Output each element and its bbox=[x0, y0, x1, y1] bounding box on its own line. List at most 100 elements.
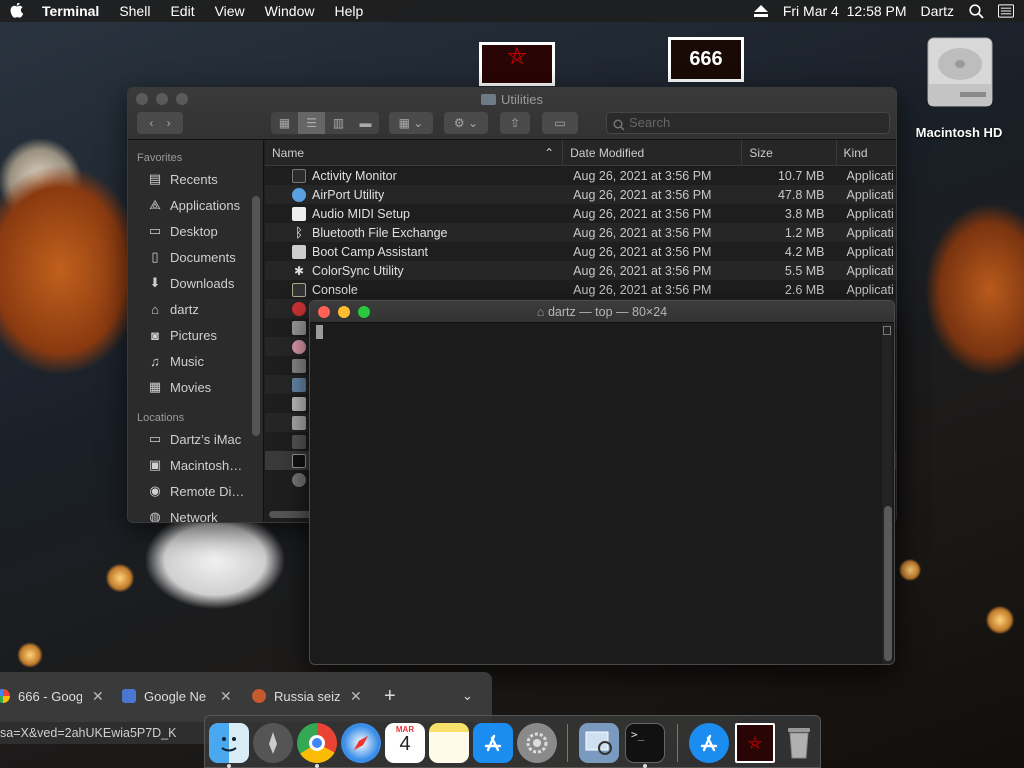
table-row[interactable]: ᛒ Bluetooth File Exchange Aug 26, 2021 at… bbox=[265, 223, 896, 242]
finder-icon[interactable] bbox=[209, 723, 249, 763]
app-icon bbox=[292, 358, 306, 373]
system-preferences-gear-icon[interactable] bbox=[517, 723, 557, 763]
desktop-image-666-thumbnail[interactable]: 666 bbox=[668, 37, 744, 82]
trash-icon[interactable] bbox=[779, 723, 819, 763]
sidebar-item-network[interactable]: ◍ Network bbox=[128, 504, 263, 522]
computer-icon: ▭ bbox=[148, 431, 162, 446]
back-forward-buttons[interactable]: ‹ › bbox=[137, 112, 183, 134]
column-date-modified[interactable]: Date Modified bbox=[563, 139, 743, 166]
app-store-icon[interactable] bbox=[473, 723, 513, 763]
list-view-icon[interactable]: ☰ bbox=[298, 112, 325, 134]
new-tab-button[interactable]: + bbox=[384, 678, 404, 714]
table-row[interactable]: Boot Camp Assistant Aug 26, 2021 at 3:56… bbox=[265, 242, 896, 261]
tag-button[interactable]: ▭ bbox=[542, 112, 578, 134]
action-button[interactable]: ⚙ ⌄ bbox=[444, 112, 488, 134]
view-mode-segment[interactable]: ▦ ☰ ▥ ▬ bbox=[271, 112, 379, 134]
calendar-icon[interactable]: MAR 4 bbox=[385, 723, 425, 763]
menu-edit[interactable]: Edit bbox=[170, 3, 194, 19]
activity-monitor-icon bbox=[292, 168, 306, 183]
sidebar-item-home[interactable]: ⌂ dartz bbox=[128, 296, 263, 322]
menu-shell[interactable]: Shell bbox=[119, 3, 150, 19]
url-field[interactable]: sa=X&ved=2ahUKEwia5P7D_K bbox=[0, 722, 210, 744]
terminal-dock-icon[interactable]: >_ bbox=[625, 723, 665, 763]
terminal-app-icon bbox=[292, 453, 306, 468]
control-center-icon[interactable] bbox=[998, 3, 1014, 19]
menu-user[interactable]: Dartz bbox=[921, 3, 954, 19]
close-tab-icon[interactable]: ✕ bbox=[350, 688, 362, 705]
column-kind[interactable]: Kind bbox=[837, 140, 896, 166]
pentagram-icon: ⛤ bbox=[507, 43, 527, 70]
finder-title: Utilities bbox=[128, 92, 896, 107]
downloads-stack-icon[interactable] bbox=[689, 723, 729, 763]
clock-icon: ▤ bbox=[148, 171, 162, 186]
sidebar-item-remote-disc[interactable]: ◉ Remote Di… bbox=[128, 478, 263, 504]
close-tab-icon[interactable]: ✕ bbox=[220, 688, 232, 705]
horizontal-scrollbar[interactable] bbox=[269, 511, 313, 518]
sidebar-item-music[interactable]: ♫ Music bbox=[128, 348, 263, 374]
hard-drive-label[interactable]: Macintosh HD bbox=[900, 125, 1018, 140]
film-icon: ▦ bbox=[148, 379, 162, 394]
sidebar-item-downloads[interactable]: ⬇ Downloads bbox=[128, 270, 263, 296]
sidebar-item-recents[interactable]: ▤ Recents bbox=[128, 166, 263, 192]
launchpad-icon[interactable] bbox=[253, 723, 293, 763]
apple-menu-icon[interactable] bbox=[10, 2, 24, 19]
split-pane-icon[interactable] bbox=[883, 326, 891, 335]
gallery-view-icon[interactable]: ▬ bbox=[352, 116, 379, 130]
tag-icon: ▭ bbox=[554, 116, 566, 130]
sidebar-item-applications[interactable]: ⟁ Applications bbox=[128, 192, 263, 218]
table-row[interactable]: Audio MIDI Setup Aug 26, 2021 at 3:56 PM… bbox=[265, 204, 896, 223]
back-arrow-icon[interactable]: ‹ bbox=[149, 116, 153, 130]
sidebar-scrollbar[interactable] bbox=[252, 196, 260, 436]
chevron-down-icon[interactable]: ⌄ bbox=[462, 678, 482, 714]
search-field[interactable]: Search bbox=[606, 112, 890, 134]
table-row[interactable]: Activity Monitor Aug 26, 2021 at 3:56 PM… bbox=[265, 166, 896, 185]
home-icon: ⌂ bbox=[536, 305, 545, 319]
browser-tab-1[interactable]: 666 - Goog ✕ bbox=[0, 678, 104, 714]
terminal-scrollbar-thumb[interactable] bbox=[884, 506, 892, 661]
desktop-image-thumbnail[interactable]: ⛤ bbox=[479, 42, 555, 86]
group-grid-icon: ▦ ⌄ bbox=[398, 116, 424, 130]
group-button[interactable]: ▦ ⌄ bbox=[389, 112, 433, 134]
sidebar-item-documents[interactable]: ▯ Documents bbox=[128, 244, 263, 270]
download-icon: ⬇ bbox=[149, 275, 161, 290]
safari-compass-icon[interactable] bbox=[341, 723, 381, 763]
forward-arrow-icon[interactable]: › bbox=[167, 116, 171, 130]
browser-tab-2[interactable]: Google Ne ✕ bbox=[122, 678, 236, 714]
sidebar-item-desktop[interactable]: ▭ Desktop bbox=[128, 218, 263, 244]
chrome-icon[interactable] bbox=[297, 723, 337, 763]
terminal-window[interactable]: ⌂ dartz — top — 80×24 bbox=[309, 300, 895, 665]
column-name[interactable]: Name ⌃ bbox=[265, 139, 564, 166]
menu-clock[interactable]: Fri Mar 4 12:58 PM bbox=[783, 3, 907, 19]
table-row[interactable]: ✱ ColorSync Utility Aug 26, 2021 at 3:56 … bbox=[265, 261, 896, 280]
thumbnail-text: 666 bbox=[689, 48, 723, 70]
browser-tab-3[interactable]: Russia seiz ✕ bbox=[252, 678, 366, 714]
table-row[interactable]: AirPort Utility Aug 26, 2021 at 3:56 PM 4… bbox=[265, 185, 896, 204]
sidebar-item-pictures[interactable]: ◙ Pictures bbox=[128, 322, 263, 348]
spotlight-search-icon[interactable] bbox=[968, 3, 984, 19]
notes-icon[interactable] bbox=[429, 723, 469, 763]
menu-window[interactable]: Window bbox=[265, 3, 315, 19]
app-icon bbox=[292, 415, 306, 430]
sidebar-locations-heading: Locations bbox=[137, 412, 185, 424]
column-view-icon[interactable]: ▥ bbox=[325, 116, 352, 130]
menu-help[interactable]: Help bbox=[334, 3, 363, 19]
preview-photos-icon[interactable] bbox=[579, 723, 619, 763]
table-row[interactable]: Console Aug 26, 2021 at 3:56 PM 2.6 MB App… bbox=[265, 280, 896, 299]
menu-view[interactable]: View bbox=[215, 3, 245, 19]
menu-app-name[interactable]: Terminal bbox=[42, 3, 99, 19]
close-tab-icon[interactable]: ✕ bbox=[92, 688, 104, 705]
eject-icon[interactable] bbox=[753, 3, 769, 19]
dock-separator bbox=[567, 724, 568, 762]
share-button[interactable]: ⇧ bbox=[500, 112, 530, 134]
finder-sidebar: Favorites ▤ Recents ⟁ Applications ▭ Deskto… bbox=[128, 140, 264, 522]
sidebar-item-movies[interactable]: ▦ Movies bbox=[128, 374, 263, 400]
app-icon bbox=[292, 301, 306, 316]
sidebar-item-imac[interactable]: ▭ Dartz’s iMac bbox=[128, 426, 263, 452]
hard-drive-icon[interactable] bbox=[924, 34, 996, 110]
sidebar-item-macintosh-hd[interactable]: ▣ Macintosh… bbox=[128, 452, 263, 478]
column-size[interactable]: Size bbox=[742, 139, 837, 166]
disk-icon: ▣ bbox=[148, 457, 162, 472]
image-stack-icon[interactable]: ⛤ bbox=[735, 723, 775, 763]
icon-view-icon[interactable]: ▦ bbox=[271, 116, 298, 130]
news-favicon-icon bbox=[252, 689, 266, 703]
